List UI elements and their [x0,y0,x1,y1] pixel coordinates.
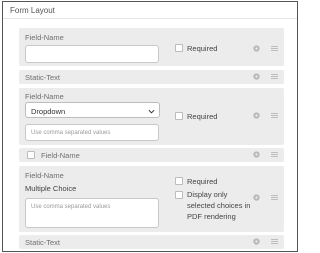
drag-handle-icon[interactable] [271,45,278,52]
drag-handle-icon[interactable] [271,112,278,119]
field-name-label: Field-Name [41,151,80,160]
values-placeholder: Use comma separated values [31,204,111,210]
static-text-row-1: Static-Text [19,70,284,84]
required-label: Required [187,177,218,186]
drag-handle-icon[interactable] [271,73,278,80]
drag-handle-icon[interactable] [271,238,278,245]
field-name-label: Field-Name [25,92,64,101]
gear-icon[interactable] [252,150,261,159]
field-name-label: Field-Name [25,171,64,180]
field-name-input[interactable] [25,45,159,63]
required-checkbox[interactable] [175,44,183,52]
display-only-label: Display only [187,190,228,199]
gear-icon[interactable] [252,44,261,53]
static-text-label: Static-Text [25,238,61,247]
field-row-1: Field-Name Required [19,28,284,66]
drag-handle-icon[interactable] [271,194,278,201]
form-layout-header: Form Layout [3,2,297,19]
gear-icon[interactable] [252,72,261,81]
gear-icon[interactable] [252,193,261,202]
field-name-label: Field-Name [25,33,64,42]
dropdown-value: Dropdown [31,107,66,116]
required-label: Required [187,112,218,121]
form-layout-frame: Form Layout Field-Name Required Static-T… [2,1,298,252]
required-checkbox[interactable] [175,112,183,120]
drag-handle-icon[interactable] [271,151,278,158]
field-type-dropdown[interactable]: Dropdown [25,102,160,118]
field-checkbox[interactable] [27,151,35,159]
required-checkbox[interactable] [175,177,183,185]
gear-icon[interactable] [252,111,261,120]
chevron-down-icon [148,109,155,114]
static-text-row-2: Static-Text [19,235,284,249]
required-label: Required [187,44,218,53]
values-textarea[interactable]: Use comma separated values [25,198,159,228]
multiple-choice-field-row: Field-Name Multiple Choice Use comma sep… [19,166,284,232]
display-only-label: PDF rendering [187,212,236,221]
values-input[interactable]: Use comma separated values [25,124,159,141]
checkbox-field-row: Field-Name [19,148,284,162]
field-type-label: Multiple Choice [25,184,77,193]
gear-icon[interactable] [252,237,261,246]
display-only-label: selected choices in [187,201,251,210]
values-placeholder: Use comma separated values [31,130,111,136]
form-layout-title: Form Layout [10,6,55,15]
static-text-label: Static-Text [25,73,61,82]
display-only-selected-checkbox[interactable] [175,191,183,199]
dropdown-field-row: Field-Name Dropdown Use comma separated … [19,88,284,145]
